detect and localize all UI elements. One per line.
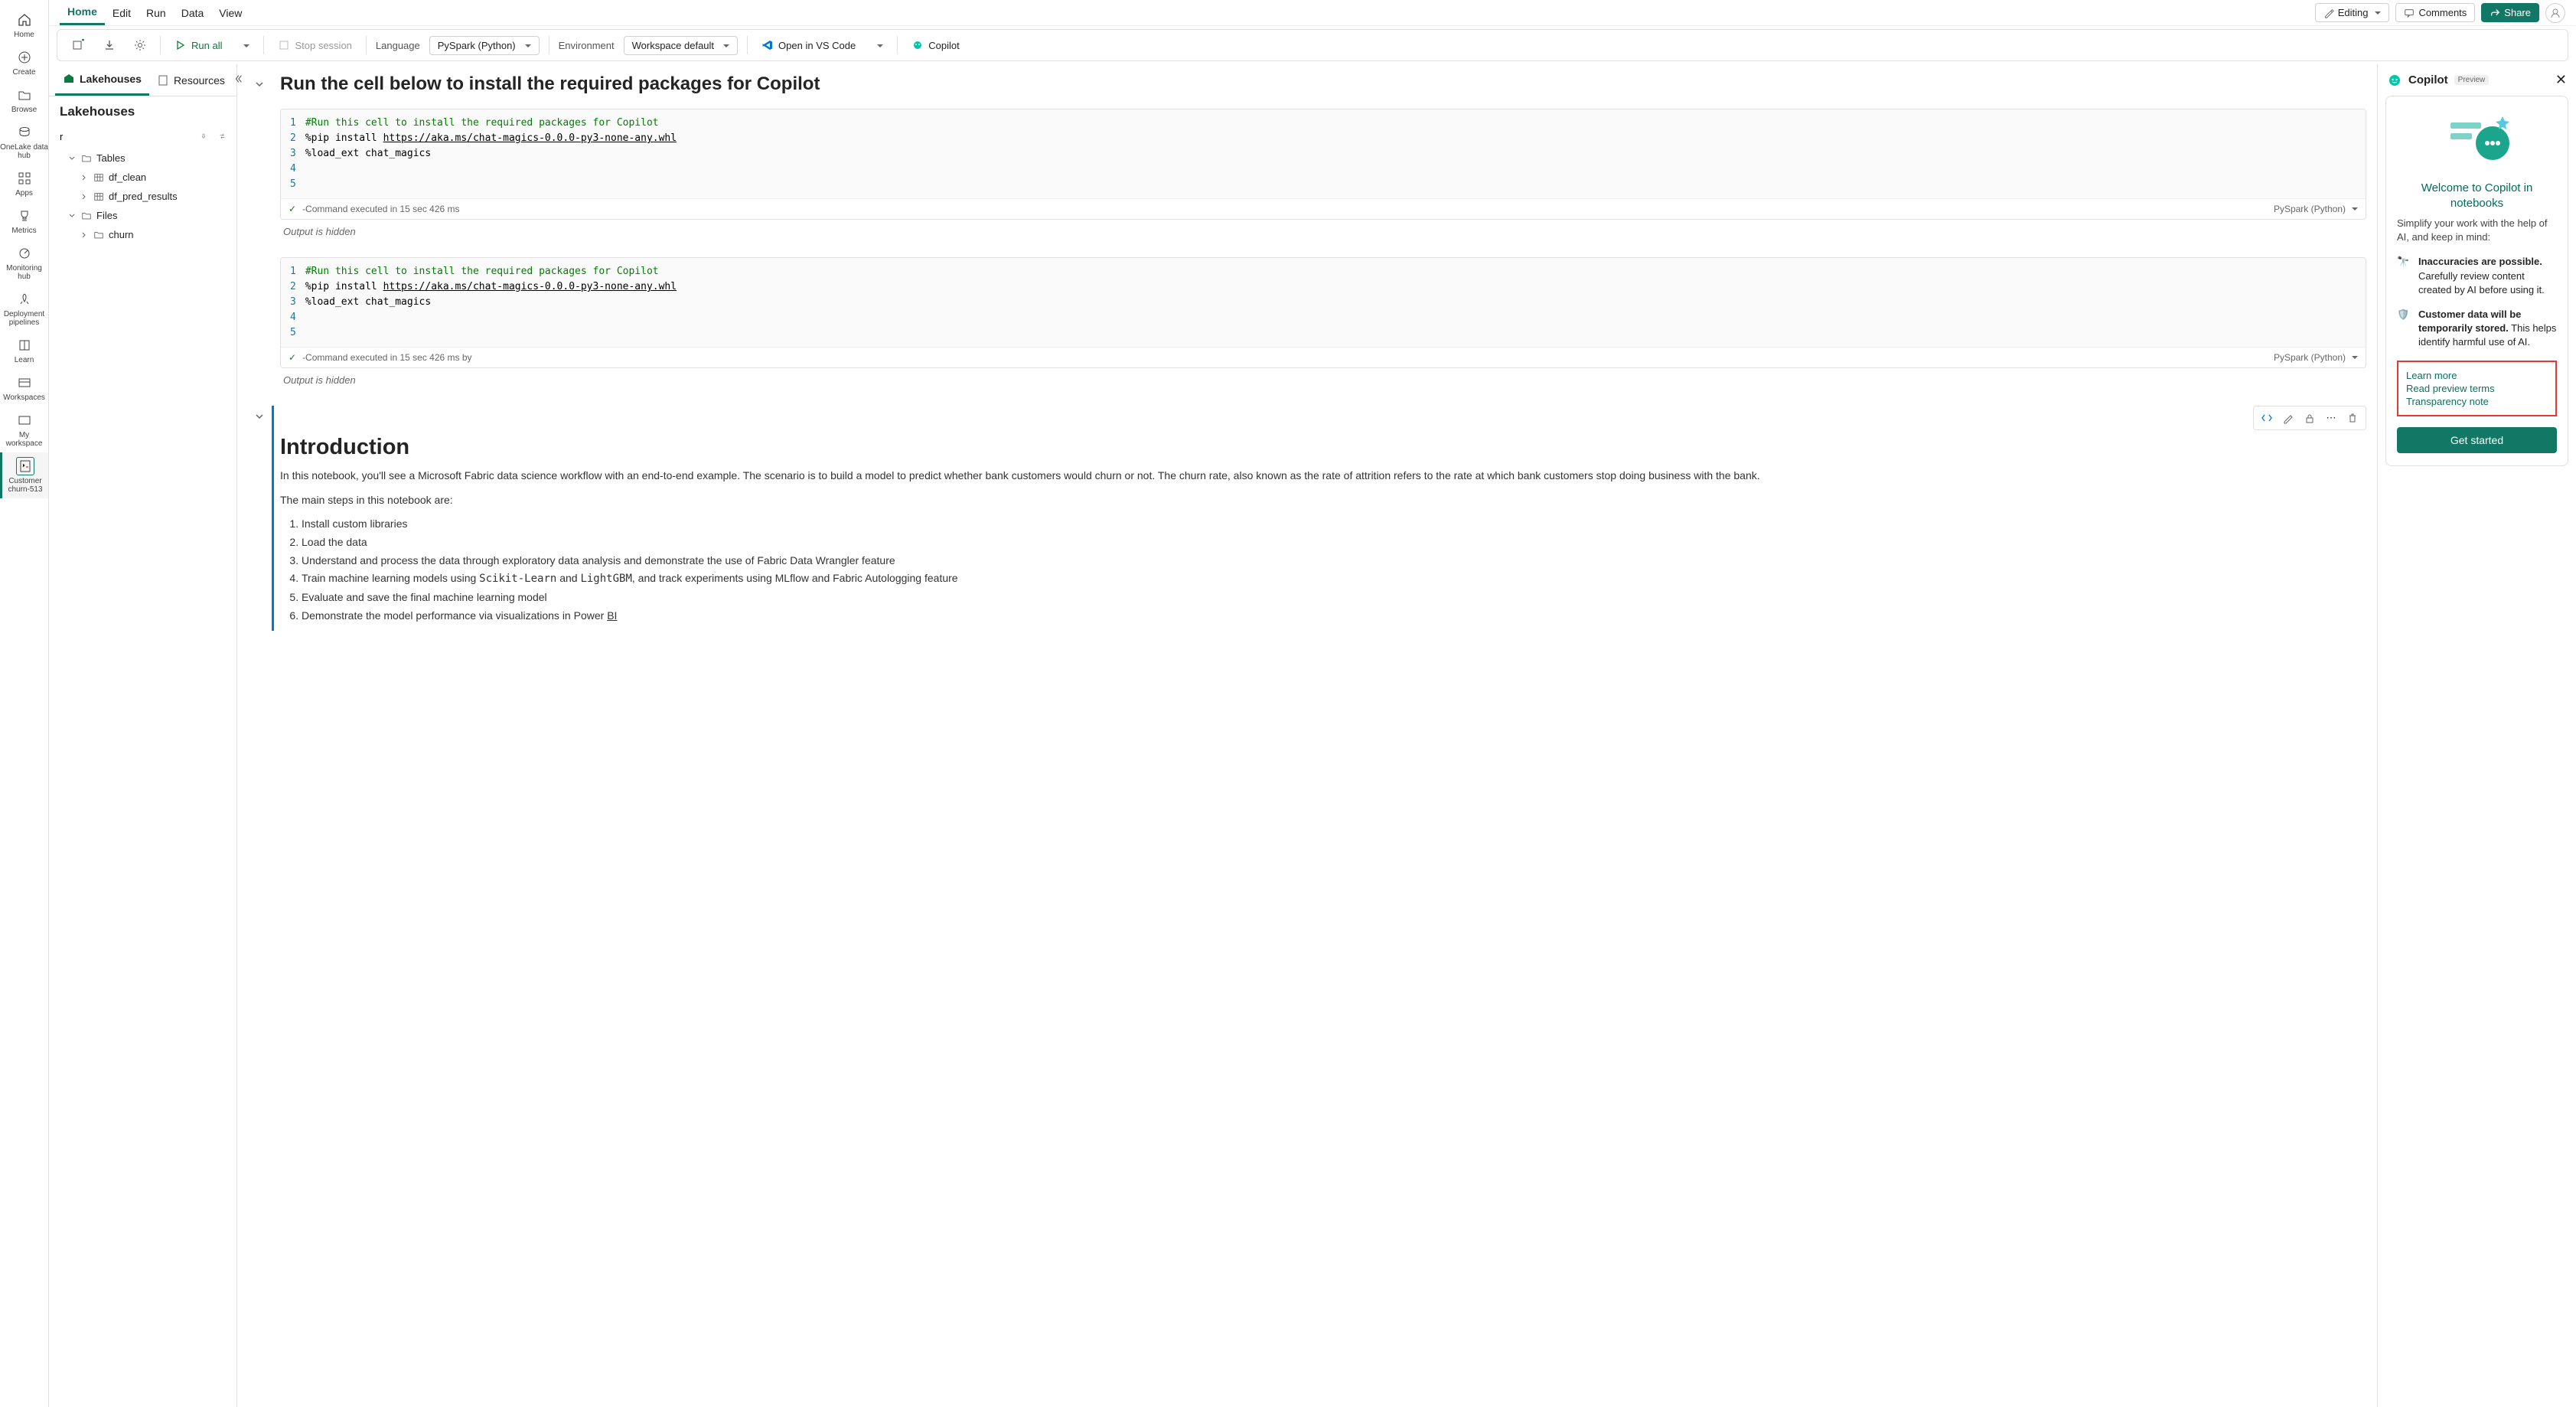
menu-edit[interactable]: Edit [105,0,139,25]
run-all-button[interactable]: Run all [170,36,227,54]
rail-home[interactable]: Home [0,6,48,44]
preview-terms-link[interactable]: Read preview terms [2406,383,2548,394]
explorer-title: Lakehouses [49,96,236,127]
exec-status: -Command executed in 15 sec 426 ms [302,204,459,214]
vscode-chevron[interactable] [869,37,888,54]
swap-icon[interactable] [219,130,226,142]
cell-collapse-toggle[interactable] [245,73,274,95]
code-cell[interactable]: 12345 #Run this cell to install the requ… [280,109,2366,220]
stop-session-button[interactable]: Stop session [273,36,356,54]
lock-cell-button[interactable] [2300,410,2320,426]
intro-paragraph: In this notebook, you'll see a Microsoft… [280,468,2366,485]
rail-apps[interactable]: Apps [0,165,48,202]
markdown-heading: Run the cell below to install the requir… [280,73,2366,95]
rail-rocket[interactable]: Deployment pipelines [0,286,48,331]
settings-button[interactable] [129,36,151,54]
output-hidden-label: Output is hidden [280,368,2366,392]
tree-file-churn[interactable]: churn [49,225,236,244]
cell-language[interactable]: PySpark (Python) [2274,204,2358,214]
share-button[interactable]: Share [2481,3,2539,22]
rail-book[interactable]: Learn [0,331,48,369]
comments-button[interactable]: Comments [2395,3,2475,22]
environment-label: Environment [559,40,615,51]
tab-resources[interactable]: Resources [149,64,233,96]
menu-data[interactable]: Data [174,0,212,25]
exec-status: -Command executed in 15 sec 426 ms by [302,352,471,363]
cell-language[interactable]: PySpark (Python) [2274,352,2358,363]
explorer-panel: Lakehouses Resources Lakehouses [49,64,237,1407]
left-nav-rail: HomeCreateBrowseOneLake data hubAppsMetr… [0,0,49,1407]
environment-dropdown[interactable]: Workspace default [624,36,738,55]
edit-cell-button[interactable] [2278,410,2298,426]
rail-hub[interactable]: OneLake data hub [0,119,48,165]
pin-icon[interactable] [201,131,207,142]
telescope-icon: 🔭 [2397,255,2411,297]
notebook-area[interactable]: Run the cell below to install the requir… [237,64,2377,1407]
cell-collapse-toggle[interactable] [245,406,274,631]
open-vscode-button[interactable]: Open in VS Code [757,36,860,54]
intro-steps-list: Install custom librariesLoad the dataUnd… [280,516,2366,624]
copilot-title: Copilot [2408,73,2448,87]
editing-mode-button[interactable]: Editing [2315,3,2390,22]
menu-home[interactable]: Home [60,0,105,25]
intro-heading: Introduction [280,435,2366,460]
more-cell-button[interactable]: ⋯ [2321,410,2341,426]
menu-view[interactable]: View [211,0,249,25]
tree-table-df_pred_results[interactable]: df_pred_results [49,187,236,206]
output-hidden-label: Output is hidden [280,220,2366,243]
rail-myws[interactable]: My workspace [0,406,48,452]
language-label: Language [376,40,420,51]
close-copilot-button[interactable]: ✕ [2555,72,2567,88]
copilot-panel: Copilot Preview ✕ Welcome to Copilot in … [2377,64,2576,1407]
get-started-button[interactable]: Get started [2397,427,2557,453]
delete-cell-button[interactable] [2343,410,2362,426]
copilot-icon [2387,73,2402,88]
download-button[interactable] [99,36,120,54]
menu-run[interactable]: Run [139,0,174,25]
cell-action-toolbar: ⋯ [2253,406,2366,430]
copilot-welcome-heading: Welcome to Copilot in notebooks [2397,181,2557,211]
notebook-toolbar: Run all Stop session Language PySpark (P… [57,29,2568,61]
code-cell[interactable]: 12345 #Run this cell to install the requ… [280,257,2366,368]
rail-folder[interactable]: Browse [0,81,48,119]
transparency-note-link[interactable]: Transparency note [2406,396,2548,407]
tree-table-df_clean[interactable]: df_clean [49,168,236,187]
tree-tables[interactable]: Tables [49,149,236,168]
copilot-toolbar-button[interactable]: Copilot [907,36,964,54]
ribbon-menu: HomeEditRunDataView Editing Comments Sha… [49,0,2576,26]
rail-trophy[interactable]: Metrics [0,202,48,240]
copilot-subtitle: Simplify your work with the help of AI, … [2397,217,2557,244]
add-cell-button[interactable] [68,36,90,54]
preview-badge: Preview [2454,75,2490,85]
rail-workspace[interactable]: Workspaces [0,369,48,406]
lakehouse-search-input[interactable] [60,131,194,142]
language-dropdown[interactable]: PySpark (Python) [429,36,540,55]
shield-icon: 🛡️ [2397,308,2411,350]
user-avatar[interactable] [2545,3,2565,23]
code-toggle-button[interactable] [2257,410,2277,426]
copilot-links-box: Learn more Read preview terms Transparen… [2397,361,2557,416]
rail-monitor[interactable]: Monitoring hub [0,240,48,286]
copilot-illustration [2397,109,2557,170]
rail-plus[interactable]: Create [0,44,48,81]
success-check-icon: ✓ [289,204,296,214]
success-check-icon: ✓ [289,352,296,363]
learn-more-link[interactable]: Learn more [2406,370,2548,381]
tree-files[interactable]: Files [49,206,236,225]
tab-lakehouses[interactable]: Lakehouses [55,64,149,96]
run-all-chevron[interactable] [236,37,254,54]
intro-steps-label: The main steps in this notebook are: [280,492,2366,509]
rail-nb[interactable]: Customer churn-513 [0,452,48,498]
